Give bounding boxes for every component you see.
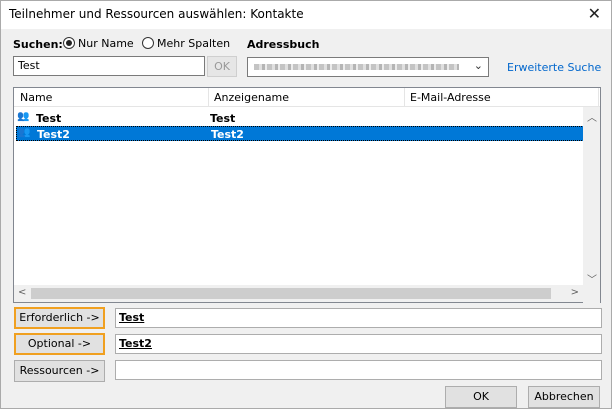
search-input-value: Test	[18, 59, 40, 72]
chevron-down-icon: ⌄	[473, 59, 483, 72]
column-header-name[interactable]: Name	[20, 91, 52, 104]
resources-field[interactable]	[115, 360, 602, 380]
window-title: Teilnehmer und Ressourcen auswählen: Kon…	[9, 7, 304, 21]
radio-more-columns-label: Mehr Spalten	[157, 37, 231, 50]
radio-selected-icon	[63, 37, 75, 49]
close-icon[interactable]: ✕	[588, 4, 601, 23]
column-divider[interactable]	[208, 88, 209, 107]
contact-list[interactable]: Name Anzeigename E-Mail-Adresse 👥 Test T…	[13, 87, 601, 303]
required-value: Test	[119, 311, 145, 324]
row-display-name: Test	[210, 112, 236, 125]
table-row-selected[interactable]: 👥 Test2 Test2	[16, 126, 584, 141]
title-bar: Teilnehmer und Ressourcen auswählen: Kon…	[1, 1, 611, 29]
vertical-scrollbar[interactable]: ︿ ﹀	[583, 107, 600, 303]
horizontal-scrollbar[interactable]: < >	[14, 285, 583, 302]
optional-value: Test2	[119, 337, 152, 350]
radio-name-only-label: Nur Name	[78, 37, 134, 50]
addressbook-value-redacted	[254, 64, 459, 70]
column-header-display-name[interactable]: Anzeigename	[214, 91, 289, 104]
search-label: Suchen:	[13, 38, 63, 51]
row-display-name: Test2	[211, 128, 244, 141]
column-header-email[interactable]: E-Mail-Adresse	[410, 91, 491, 104]
required-field[interactable]: Test	[115, 308, 602, 328]
radio-unselected-icon	[142, 37, 154, 49]
cancel-button[interactable]: Abbrechen	[528, 386, 600, 408]
optional-button[interactable]: Optional ->	[14, 333, 105, 355]
row-name: Test2	[37, 128, 70, 141]
table-row[interactable]: 👥 Test Test	[16, 111, 584, 126]
addressbook-select[interactable]: ⌄	[247, 57, 489, 77]
contact-group-icon: 👥	[18, 127, 31, 138]
optional-field[interactable]: Test2	[115, 334, 602, 354]
contact-group-icon: 👥	[17, 111, 30, 122]
scroll-right-icon[interactable]: >	[571, 287, 579, 298]
list-header: Name Anzeigename E-Mail-Adresse	[14, 88, 600, 107]
column-divider[interactable]	[598, 88, 599, 107]
advanced-search-link[interactable]: Erweiterte Suche	[507, 61, 601, 74]
scroll-left-icon[interactable]: <	[18, 287, 26, 298]
dialog-window: Teilnehmer und Ressourcen auswählen: Kon…	[0, 0, 612, 409]
search-ok-button[interactable]: OK	[207, 56, 237, 77]
row-name: Test	[36, 112, 62, 125]
required-button[interactable]: Erforderlich ->	[14, 307, 105, 329]
search-input[interactable]: Test	[13, 56, 205, 76]
scroll-up-icon[interactable]: ︿	[587, 109, 597, 124]
addressbook-label: Adressbuch	[247, 38, 320, 51]
scrollbar-thumb[interactable]	[31, 288, 551, 299]
ok-button[interactable]: OK	[445, 386, 517, 408]
column-divider[interactable]	[404, 88, 405, 107]
radio-more-columns[interactable]: Mehr Spalten	[142, 37, 230, 50]
scroll-down-icon[interactable]: ﹀	[587, 271, 597, 286]
resources-button[interactable]: Ressourcen ->	[14, 360, 105, 382]
radio-name-only[interactable]: Nur Name	[63, 37, 134, 50]
